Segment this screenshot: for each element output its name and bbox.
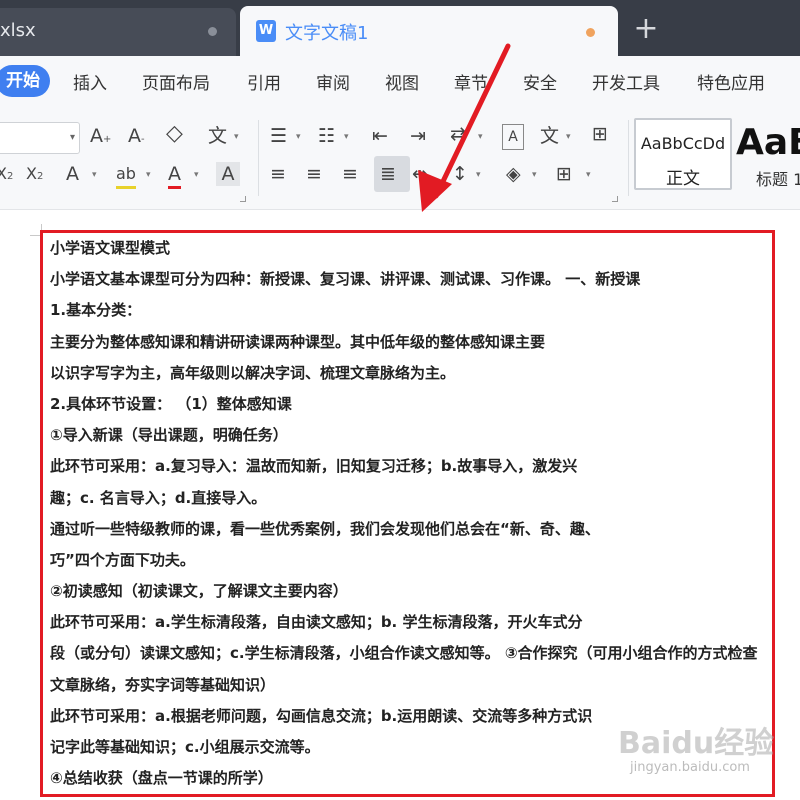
new-tab-button[interactable]: + [626, 12, 666, 48]
tab-label: 文字文稿1 [285, 23, 369, 44]
align-right-button[interactable]: ≡ [342, 162, 358, 186]
text-effect-button[interactable]: A [66, 162, 79, 186]
menu-home[interactable]: 开始 [0, 65, 50, 97]
toolbar-divider [628, 120, 629, 196]
menu-section[interactable]: 章节 [454, 69, 488, 94]
chevron-down-icon[interactable]: ▾ [586, 170, 591, 180]
style-sample: AaBbCcDd [640, 134, 726, 153]
highlighter-icon: ab [116, 164, 136, 183]
font-color-button[interactable]: A [168, 162, 181, 189]
menu-security[interactable]: 安全 [523, 69, 557, 94]
dialog-launcher-icon[interactable] [240, 196, 246, 202]
watermark-brand: Baidu经验 [618, 726, 775, 761]
clear-format-button[interactable]: ◇ [166, 122, 183, 146]
show-marks-button[interactable]: ⊞ [592, 122, 608, 146]
tab-label: xlsx [0, 20, 36, 41]
chevron-down-icon[interactable]: ▾ [234, 132, 239, 142]
subscript-button[interactable]: X2 [26, 162, 43, 189]
text-effect-icon: A [66, 163, 79, 185]
menu-special-features[interactable]: 特色应用 [697, 69, 765, 94]
annotation-highlight-box [40, 230, 775, 797]
subscript-icon: X [26, 164, 37, 183]
decrease-indent-button[interactable]: ⇤ [372, 124, 388, 148]
borders-button[interactable]: ⊞ [556, 162, 572, 186]
tab-bar: xlsx W 文字文稿1 + [0, 0, 800, 56]
line-spacing-button[interactable]: ↕ [452, 162, 468, 186]
chinese-layout-button[interactable]: 文 [540, 124, 559, 148]
tab-document[interactable]: W 文字文稿1 [240, 6, 618, 56]
chevron-down-icon[interactable]: ▾ [476, 170, 481, 180]
font-size-select[interactable]: ▾ [0, 122, 80, 154]
font-color-icon: A [168, 163, 181, 185]
char-shading-icon: A [221, 163, 235, 185]
ribbon-menu: 开始 插入 页面布局 引用 审阅 视图 章节 安全 开发工具 特色应用 [0, 56, 800, 106]
baidu-watermark: Baidu经验 jingyan.baidu.com [618, 718, 774, 788]
grow-font-icon: A [90, 125, 103, 147]
menu-view[interactable]: 视图 [385, 69, 419, 94]
dialog-launcher-icon[interactable] [612, 196, 618, 202]
menu-insert[interactable]: 插入 [73, 69, 107, 94]
style-name: 标题 1 [756, 170, 800, 189]
justify-button[interactable]: ≣ [374, 156, 410, 192]
superscript-icon: X [0, 164, 7, 183]
align-left-button[interactable]: ≡ [270, 162, 286, 186]
chevron-down-icon[interactable]: ▾ [478, 132, 483, 142]
superscript-button[interactable]: X2 [0, 162, 13, 189]
distributed-align-button[interactable]: ⇹ [412, 162, 428, 186]
chevron-down-icon: ▾ [69, 132, 75, 143]
chinese-layout-icon: 文 [540, 125, 560, 147]
sort-icon: A [508, 129, 518, 145]
justify-icon: ≣ [380, 163, 396, 185]
sort-button[interactable]: A [502, 124, 524, 150]
chevron-down-icon[interactable]: ▾ [532, 170, 537, 180]
watermark-url: jingyan.baidu.com [630, 760, 750, 775]
menu-references[interactable]: 引用 [247, 69, 281, 94]
shading-button[interactable]: ◈ [506, 162, 521, 186]
writer-document-icon: W [256, 20, 276, 42]
chevron-down-icon[interactable]: ▾ [296, 132, 301, 142]
pinyin-guide-button[interactable]: 文 [208, 124, 227, 148]
style-sample: AaB [736, 122, 800, 163]
menu-developer-tools[interactable]: 开发工具 [592, 69, 660, 94]
increase-indent-button[interactable]: ⇥ [410, 124, 426, 148]
chevron-down-icon[interactable]: ▾ [566, 132, 571, 142]
unsaved-dot-icon[interactable] [586, 28, 595, 37]
tab-close-dot[interactable] [208, 27, 217, 36]
align-center-button[interactable]: ≡ [306, 162, 322, 186]
pinyin-icon: 文 [208, 125, 228, 147]
char-shading-button[interactable]: A [216, 162, 240, 186]
menu-page-layout[interactable]: 页面布局 [142, 69, 210, 94]
tab-xlsx[interactable]: xlsx [0, 8, 236, 56]
style-name: 正文 [666, 169, 700, 189]
highlight-button[interactable]: ab [116, 162, 136, 189]
style-normal[interactable]: AaBbCcDd 正文 [634, 118, 732, 190]
toolbar-divider [258, 120, 259, 196]
shrink-font-button[interactable]: A- [128, 124, 145, 152]
chevron-down-icon[interactable]: ▾ [194, 170, 199, 180]
shrink-font-icon: A [128, 125, 141, 147]
eraser-icon: ◇ [166, 121, 183, 146]
chevron-down-icon[interactable]: ▾ [146, 170, 151, 180]
grow-font-button[interactable]: A+ [90, 124, 111, 152]
numbered-list-button[interactable]: ☷ [318, 124, 335, 148]
chevron-down-icon[interactable]: ▾ [92, 170, 97, 180]
text-direction-button[interactable]: ⇄ [450, 122, 466, 146]
bullet-list-button[interactable]: ☰ [270, 124, 287, 148]
menu-review[interactable]: 审阅 [316, 69, 350, 94]
chevron-down-icon[interactable]: ▾ [344, 132, 349, 142]
